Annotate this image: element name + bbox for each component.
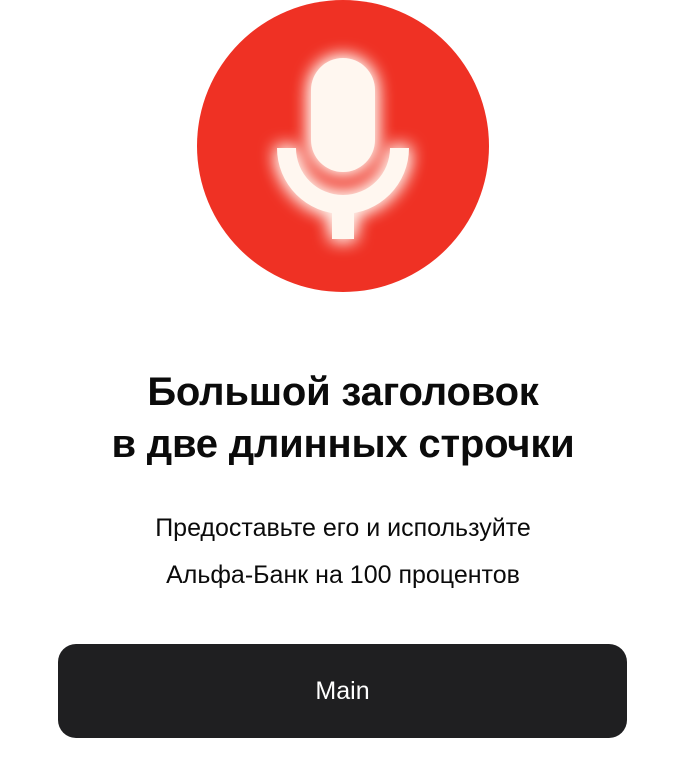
page-subtitle: Предоставьте его и используйте Альфа-Бан… [0,505,686,599]
page-title: Большой заголовок в две длинных строчки [0,366,686,470]
microphone-badge [197,0,489,292]
title-line-2: в две длинных строчки [111,422,575,466]
title-line-1: Большой заголовок [147,370,539,414]
subtitle-line-2: Альфа-Банк на 100 процентов [166,561,520,589]
main-button-label: Main [315,676,370,705]
microphone-icon [277,58,409,239]
main-button[interactable]: Main [58,644,627,738]
subtitle-line-1: Предоставьте его и используйте [155,514,531,542]
